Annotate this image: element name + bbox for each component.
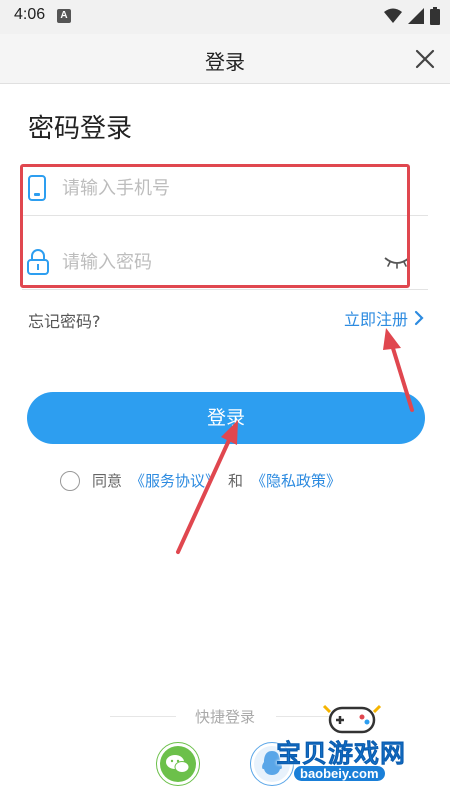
close-button[interactable]: [410, 44, 440, 74]
signal-icon: [408, 8, 424, 24]
register-link[interactable]: 立即注册: [344, 306, 424, 330]
service-agreement-link[interactable]: 《服务协议》: [130, 470, 220, 491]
eye-closed-icon[interactable]: [384, 254, 410, 273]
close-icon: [415, 49, 435, 69]
wechat-icon: [160, 746, 196, 782]
phone-input[interactable]: [62, 170, 372, 206]
forgot-password-link[interactable]: 忘记密码?: [28, 308, 101, 332]
agreement-and: 和: [228, 472, 244, 490]
privacy-policy-link[interactable]: 《隐私政策》: [251, 470, 341, 491]
wifi-icon: [384, 8, 402, 23]
register-label: 立即注册: [343, 310, 408, 329]
wechat-login-button[interactable]: [156, 742, 200, 786]
title-bar: 登录: [0, 34, 450, 84]
lock-icon: [26, 248, 50, 280]
phone-icon: [26, 174, 48, 206]
agreement-prefix: 同意: [92, 472, 123, 490]
password-row: [22, 234, 428, 290]
login-button[interactable]: 登录: [27, 392, 425, 444]
status-bar: 4:06 A: [0, 0, 450, 34]
notification-badge-icon: A: [57, 9, 71, 23]
agreement-row: 同意 《服务协议》 和 《隐私政策》: [60, 470, 341, 491]
chevron-right-icon: [414, 310, 424, 326]
page-title: 登录: [205, 50, 245, 74]
status-icons: [384, 7, 440, 25]
agreement-checkbox[interactable]: [60, 470, 80, 491]
watermark-url: baobeiy.com: [294, 766, 385, 781]
watermark-name: 宝贝游戏网: [276, 739, 407, 769]
phone-row: [22, 160, 428, 216]
password-input[interactable]: [62, 244, 372, 280]
battery-icon: [430, 7, 440, 25]
watermark-logo: 宝贝游戏网 baobeiy.com: [274, 700, 440, 796]
login-heading: 密码登录: [28, 114, 133, 144]
status-time: 4:06: [14, 6, 46, 23]
